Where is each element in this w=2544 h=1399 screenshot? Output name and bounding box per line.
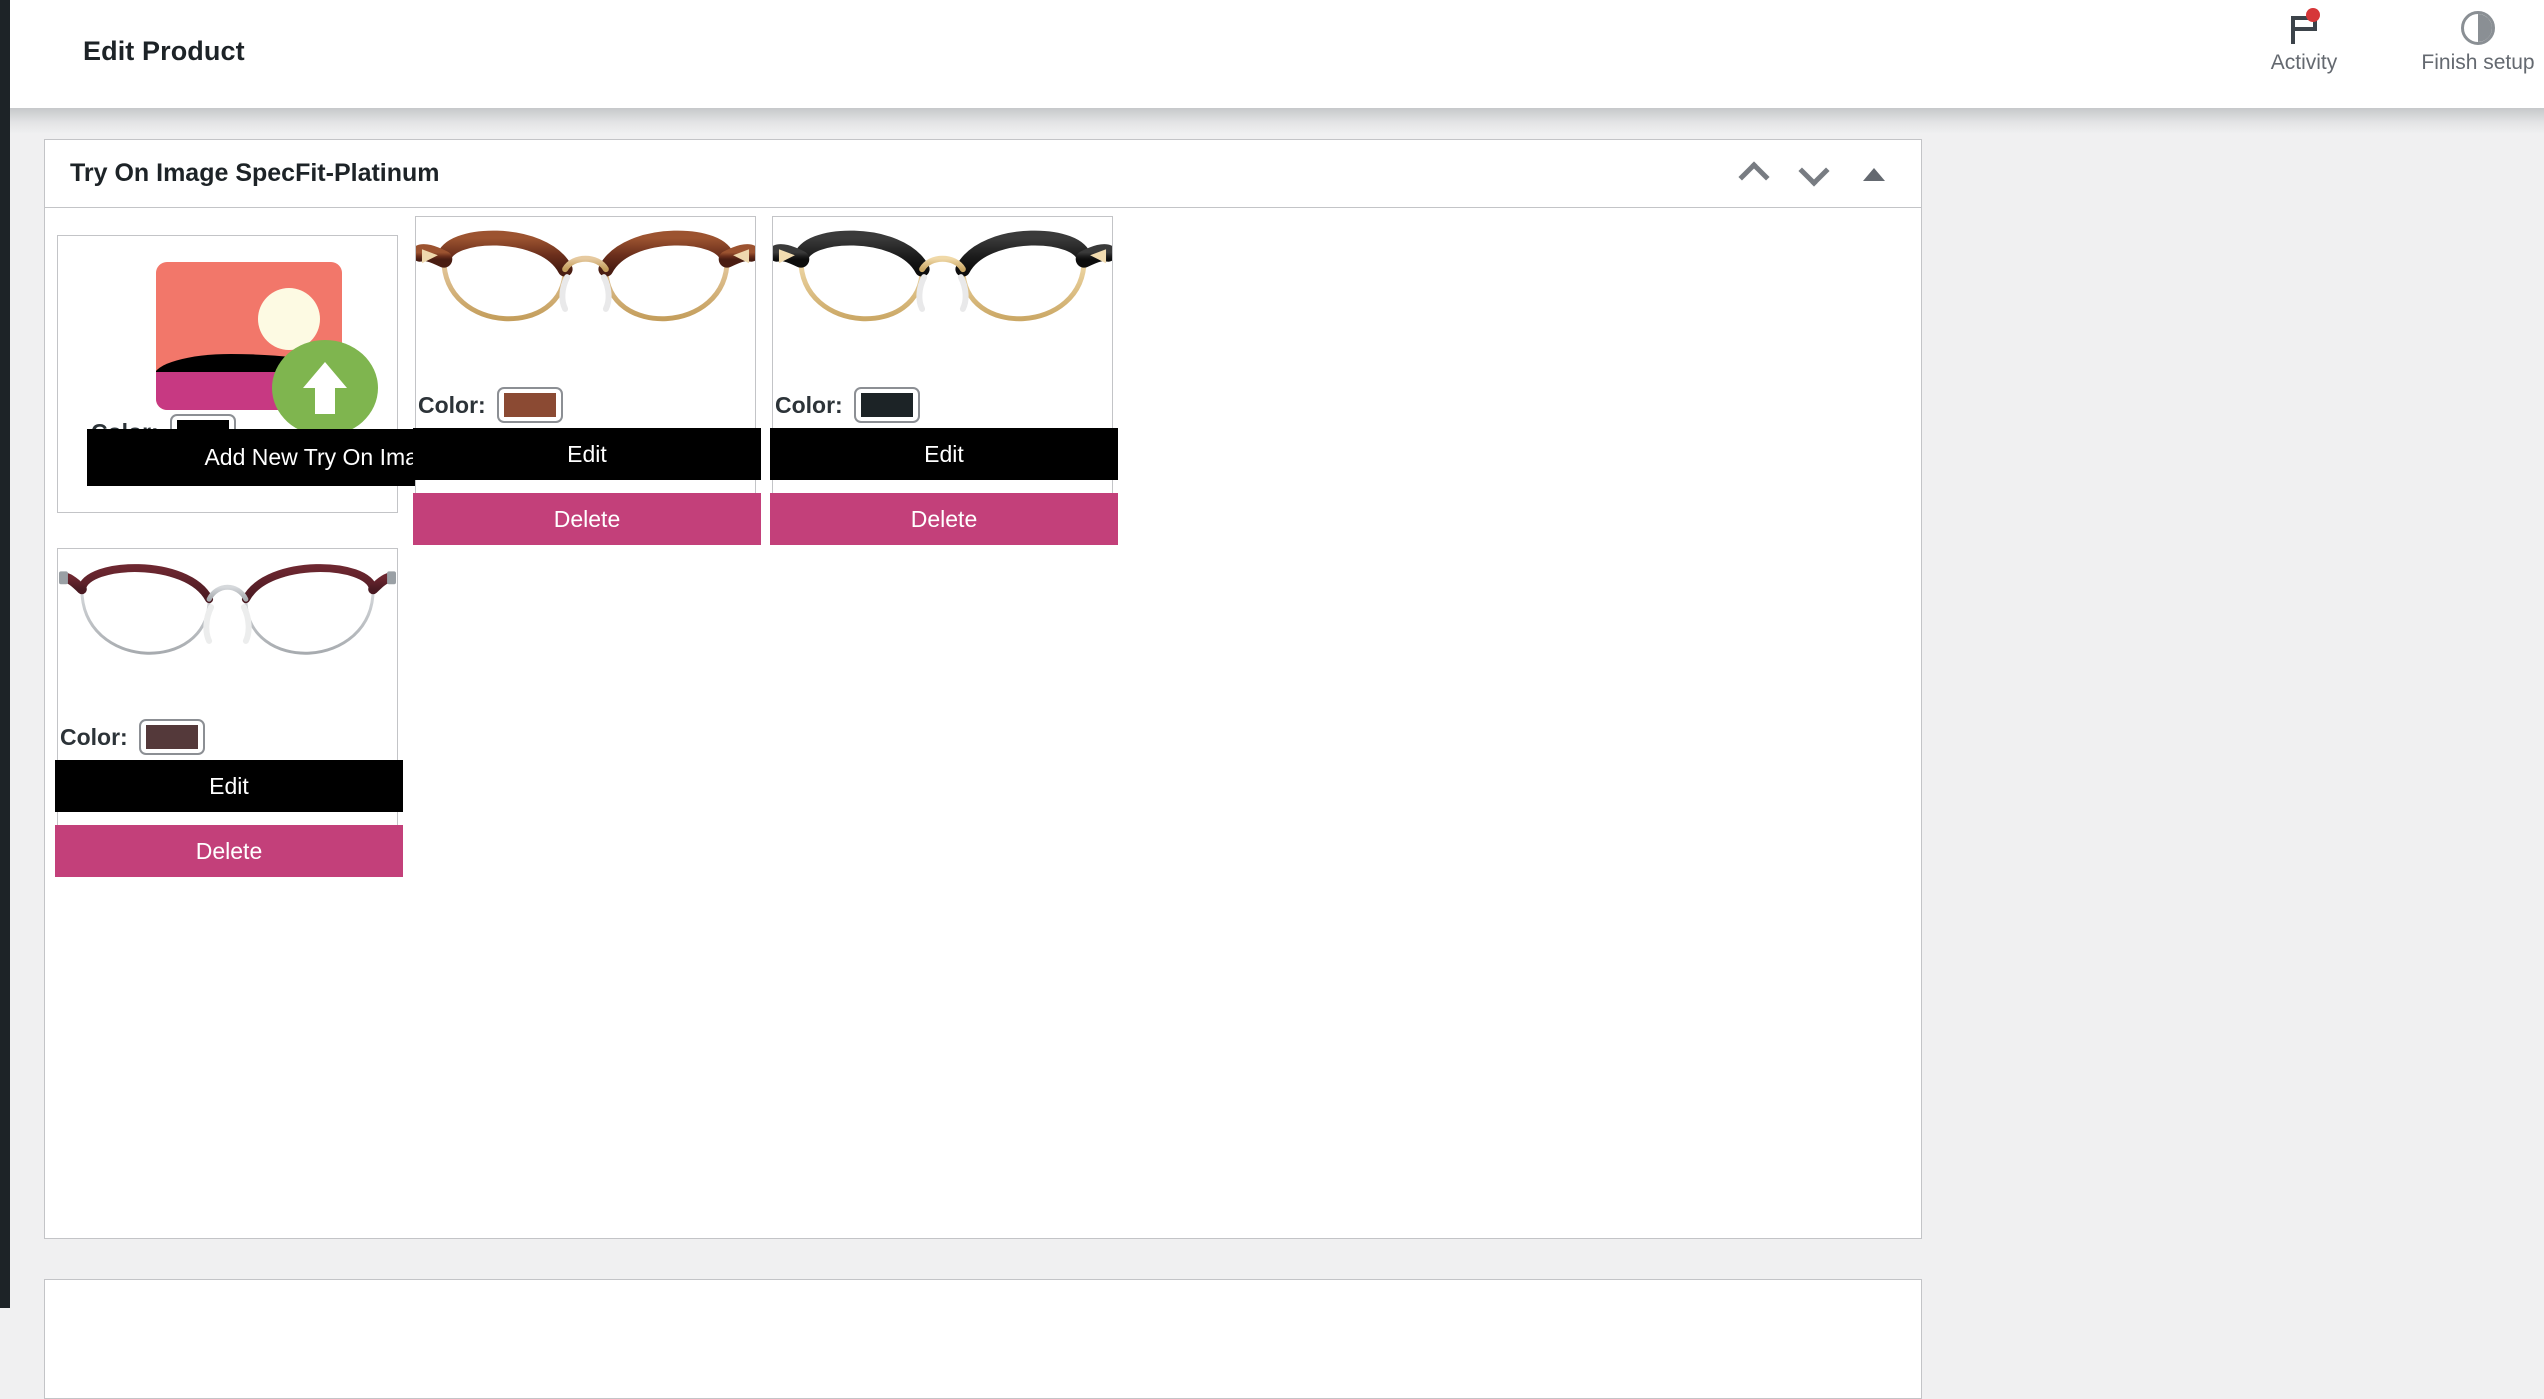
edit-button[interactable]: Edit: [55, 760, 403, 812]
delete-button[interactable]: Delete: [55, 825, 403, 877]
card-color-picker[interactable]: [853, 387, 920, 423]
triangle-up-icon: [1863, 167, 1885, 181]
page-title: Edit Product: [83, 36, 245, 66]
header-shadow: [10, 108, 2544, 134]
try-on-image-preview: [773, 217, 1112, 377]
try-on-image-preview: [416, 217, 755, 377]
header-actions: Activity Finish setup: [2248, 8, 2544, 75]
admin-sidebar-rail: [0, 0, 10, 1308]
chevron-down-icon: [1798, 155, 1830, 187]
glasses-image-black: [773, 230, 1112, 322]
activity-button[interactable]: Activity: [2248, 8, 2360, 75]
upload-arrow-icon: [303, 362, 347, 414]
notification-dot-icon: [2306, 8, 2320, 22]
card-color-label: Color:: [418, 391, 486, 418]
activity-label: Activity: [2270, 51, 2338, 74]
activity-icon-wrap: [2287, 8, 2321, 48]
flag-icon: [2287, 8, 2321, 46]
temple-tip-right: [387, 571, 397, 585]
panel-toggle-button[interactable]: [1847, 147, 1901, 201]
delete-button[interactable]: Delete: [413, 493, 761, 545]
finish-setup-icon-wrap: [2461, 8, 2495, 48]
uploader-icon-wrap: [156, 262, 378, 436]
card-color-picker[interactable]: [496, 387, 563, 423]
try-on-image-preview: [58, 549, 397, 709]
try-on-image-panel: Try On Image SpecFit-Platinum Add New Tr…: [44, 139, 1922, 1239]
card-color-swatch: [860, 393, 913, 417]
panel-title: Try On Image SpecFit-Platinum: [70, 159, 440, 187]
panel-move-up-button[interactable]: [1727, 147, 1781, 201]
panel-header: Try On Image SpecFit-Platinum: [45, 140, 1921, 208]
upload-arrow-badge: [272, 340, 378, 436]
pie-progress-icon: [2461, 11, 2495, 45]
finish-setup-label: Finish setup: [2421, 51, 2535, 74]
card-color-label: Color:: [60, 723, 128, 750]
page-header: Edit Product Activity Finish setup: [0, 0, 2544, 108]
panel-controls: [1727, 140, 1901, 208]
edit-button[interactable]: Edit: [770, 428, 1118, 480]
card-color-row: Color:: [418, 387, 563, 423]
image-upload-icon: [156, 262, 378, 436]
finish-setup-button[interactable]: Finish setup: [2421, 8, 2535, 75]
glasses-image-burgundy: [58, 564, 397, 655]
card-color-row: Color:: [60, 719, 205, 755]
card-color-row: Color:: [775, 387, 920, 423]
card-color-label: Color:: [775, 391, 843, 418]
card-color-swatch: [145, 725, 198, 749]
chevron-up-icon: [1738, 161, 1770, 193]
panel-move-down-button[interactable]: [1787, 147, 1841, 201]
delete-button[interactable]: Delete: [770, 493, 1118, 545]
card-color-picker[interactable]: [138, 719, 205, 755]
temple-tip-left: [58, 571, 68, 585]
next-panel: [44, 1279, 1922, 1399]
card-color-swatch: [503, 393, 556, 417]
glasses-image-tortoise: [416, 230, 755, 322]
panel-body: Color: Add New Try On Image: [45, 208, 1921, 1239]
edit-button[interactable]: Edit: [413, 428, 761, 480]
